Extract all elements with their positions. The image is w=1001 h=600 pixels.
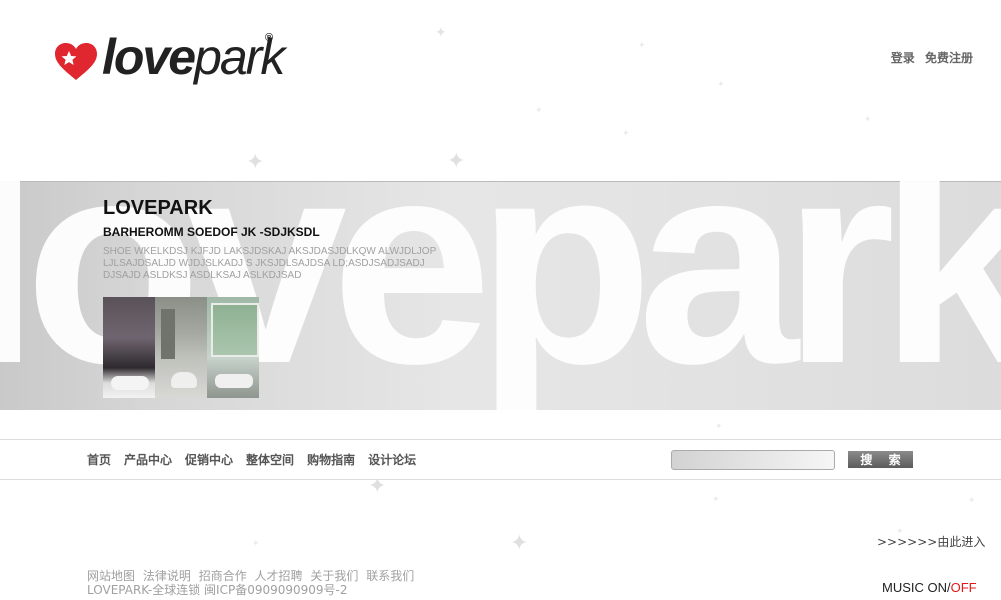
copyright-text: LOVEPARK-全球连锁 闽ICP备0909090909号-2 — [87, 583, 348, 597]
banner-subtitle: BARHEROMM SOEDOF JK -SDJKSDL — [103, 225, 320, 239]
sparkle-icon: ✦ — [246, 150, 265, 175]
sparkle-icon: ✦ — [717, 80, 725, 90]
nav-item-design-forum[interactable]: 设计论坛 — [368, 451, 416, 468]
banner-description: SHOE WKELKDSJ KJFJD LAKSJDSKAJ AKSJDASJD… — [103, 246, 437, 281]
main-nav: 首页 产品中心 促销中心 整体空间 购物指南 设计论坛 — [87, 451, 429, 468]
nav-item-shopping-guide[interactable]: 购物指南 — [307, 451, 355, 468]
sparkle-icon: ✦ — [447, 149, 466, 174]
bathroom-photo-window — [207, 297, 259, 398]
nav-item-promotions[interactable]: 促销中心 — [185, 451, 233, 468]
account-links: 登录 免费注册 — [885, 49, 973, 66]
nav-item-spaces[interactable]: 整体空间 — [246, 451, 294, 468]
search-input[interactable] — [671, 450, 835, 470]
sparkle-icon: ✦ — [715, 422, 723, 432]
sparkle-icon: ✦ — [638, 41, 646, 51]
nav-item-home[interactable]: 首页 — [87, 451, 111, 468]
brand-bold-text: love — [102, 29, 196, 85]
window-shape — [211, 303, 259, 357]
bathroom-photo-strip[interactable] — [103, 297, 260, 398]
banner-title: LOVEPARK — [103, 197, 213, 219]
sparkle-icon: ✦ — [435, 25, 447, 41]
music-toggle: MUSIC ON/OFF — [882, 580, 977, 595]
login-link[interactable]: 登录 — [891, 51, 915, 65]
footer-link-contact[interactable]: 联系我们 — [366, 569, 414, 583]
bathroom-photo-sink — [155, 297, 207, 398]
enter-site-link[interactable]: >>>>>>由此进入 — [877, 533, 985, 550]
brand-wordmark: lovepark — [102, 29, 285, 85]
sparkle-icon: ✦ — [864, 115, 872, 125]
brand-logo[interactable]: lovepark ® — [54, 32, 294, 96]
sparkle-icon: ✦ — [712, 495, 720, 505]
music-label: MUSIC — [882, 580, 928, 595]
sparkle-icon: ✦ — [968, 496, 976, 506]
bathroom-photo-dark — [103, 297, 155, 398]
register-link[interactable]: 免费注册 — [925, 51, 973, 65]
wall-panel-shape — [161, 309, 175, 359]
music-on-button[interactable]: ON — [928, 580, 948, 595]
search-button[interactable]: 搜 索 — [848, 451, 913, 468]
sparkle-icon: ✦ — [510, 531, 529, 556]
music-off-button[interactable]: OFF — [951, 580, 977, 595]
registered-mark: ® — [265, 32, 274, 44]
sink-shape — [171, 372, 197, 388]
sparkle-icon: ✦ — [535, 106, 543, 116]
sparkle-icon: ✦ — [622, 129, 630, 139]
heart-star-icon — [55, 43, 97, 80]
nav-item-products[interactable]: 产品中心 — [124, 451, 172, 468]
bathtub-shape — [215, 374, 253, 388]
sparkle-icon: ✦ — [252, 539, 260, 549]
bathtub-shape — [111, 376, 149, 390]
